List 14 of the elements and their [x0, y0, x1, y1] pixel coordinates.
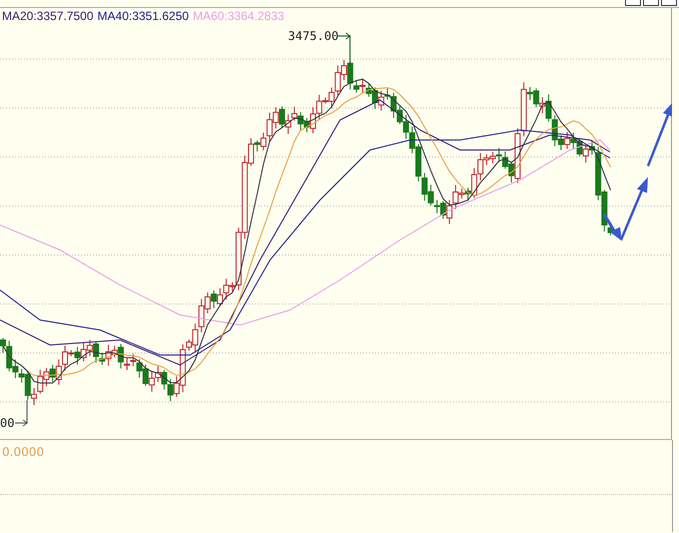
moving-average-label: MA20:3357.7500 — [2, 9, 94, 23]
down-arrow-drawing — [602, 213, 622, 241]
leader-line — [14, 400, 28, 426]
low-price-label: 00 — [0, 416, 14, 430]
indicator-value: 0.0000 — [1, 444, 45, 459]
up-arrow-drawing — [620, 177, 648, 240]
scroll-end-button[interactable] — [661, 0, 677, 6]
leader-line — [338, 32, 351, 66]
moving-average-label: MA60:3364.2833 — [192, 9, 284, 23]
scroll-right-button[interactable] — [643, 0, 659, 6]
high-price-label: 3475.00 — [288, 29, 339, 43]
up-arrow-drawing — [646, 101, 672, 166]
scroll-left-button[interactable] — [625, 0, 641, 6]
moving-average-label: MA40:3351.6250 — [97, 9, 189, 23]
